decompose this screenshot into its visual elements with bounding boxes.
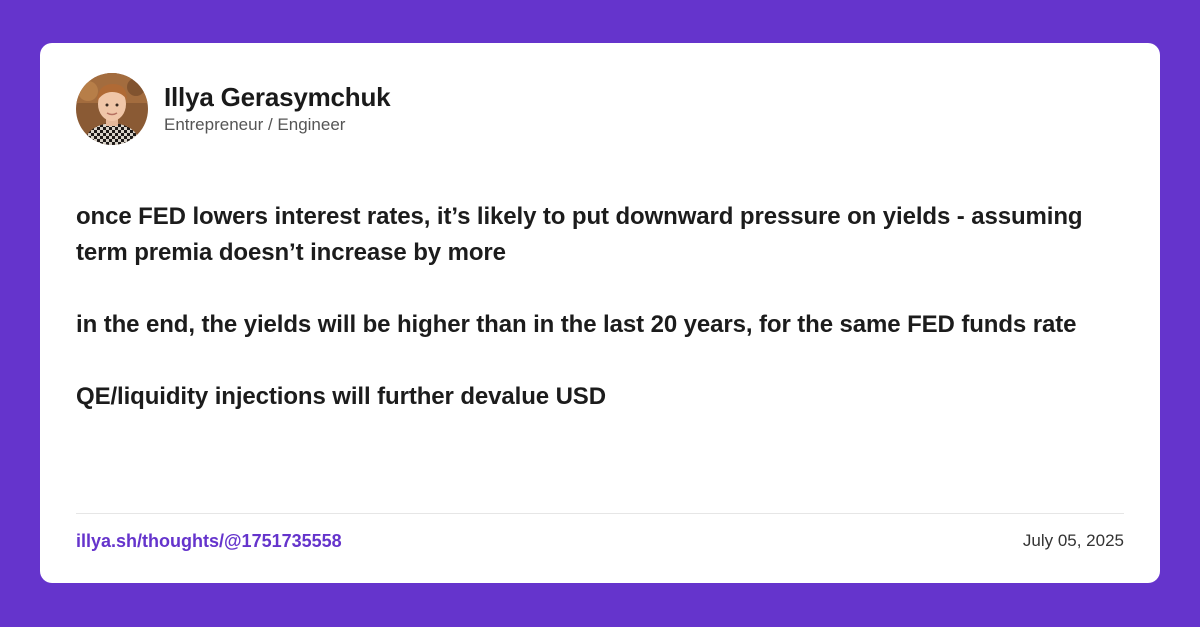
post-date: July 05, 2025 xyxy=(1022,531,1124,550)
post-card: Illya Gerasymchuk Entrepreneur / Enginee… xyxy=(40,43,1160,583)
post-body: once FED lowers interest rates, it’s lik… xyxy=(76,199,1116,415)
avatar[interactable] xyxy=(76,73,148,145)
profile-photo-icon xyxy=(76,73,148,145)
permalink-link[interactable]: illya.sh/thoughts/@1751735558 xyxy=(76,530,342,552)
author-header: Illya Gerasymchuk Entrepreneur / Enginee… xyxy=(76,73,391,145)
footer-divider xyxy=(76,513,1124,514)
post-paragraph: in the end, the yields will be higher th… xyxy=(76,311,1077,338)
author-name[interactable]: Illya Gerasymchuk xyxy=(164,82,391,112)
author-role: Entrepreneur / Engineer xyxy=(164,115,346,134)
author-identity: Illya Gerasymchuk Entrepreneur / Enginee… xyxy=(164,82,391,136)
post-paragraph: QE/liquidity injections will further dev… xyxy=(76,383,606,410)
post-paragraph: once FED lowers interest rates, it’s lik… xyxy=(76,203,1083,266)
